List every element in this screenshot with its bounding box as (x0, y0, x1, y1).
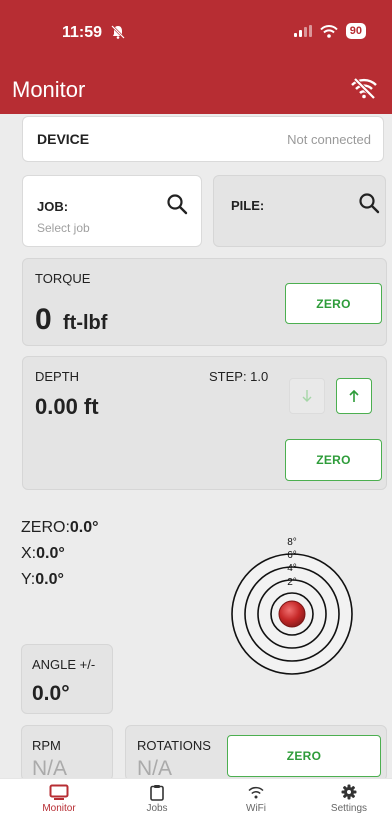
status-bar: 11:59 90 (0, 0, 392, 56)
job-selector[interactable]: JOB: Select job (22, 175, 202, 247)
zero-angle-label: ZERO: (21, 519, 70, 536)
pile-label: PILE: (231, 198, 265, 213)
tab-settings[interactable]: Settings (314, 783, 384, 814)
torque-label: TORQUE (35, 271, 91, 286)
x-angle-label: X: (21, 545, 37, 562)
monitor-icon (49, 784, 69, 800)
depth-label: DEPTH (35, 369, 80, 384)
device-card[interactable]: DEVICE Not connected (22, 116, 384, 162)
tilt-readout: ZERO:0.0° X:0.0° Y:0.0° (21, 515, 99, 593)
y-angle-value: 0.0° (35, 571, 64, 588)
clipboard-icon (150, 784, 164, 801)
battery-indicator: 90 (345, 23, 366, 39)
device-status: Not connected (287, 132, 371, 147)
rotations-card: ROTATIONS N/A ZERO (125, 725, 387, 781)
tab-monitor[interactable]: Monitor (24, 783, 94, 814)
depth-card: DEPTH STEP: 1.0 0.00 ft ZERO (22, 356, 387, 490)
depth-zero-button[interactable]: ZERO (285, 439, 382, 481)
rpm-label: RPM (32, 738, 61, 753)
torque-value: 0 (35, 303, 52, 336)
bell-muted-icon (111, 25, 125, 39)
tab-label: Settings (330, 803, 368, 814)
device-label: DEVICE (37, 131, 90, 147)
angle-label: ANGLE +/- (32, 657, 96, 672)
pile-selector[interactable]: PILE: (213, 175, 386, 247)
rotations-label: ROTATIONS (137, 738, 211, 753)
tab-jobs[interactable]: Jobs (122, 783, 192, 814)
wifi-icon (248, 786, 264, 798)
tab-wifi[interactable]: WiFi (221, 783, 291, 814)
tilt-bullseye: 8° 6° 4° 2° (231, 537, 353, 675)
depth-step-down-button[interactable] (289, 378, 325, 414)
rotations-zero-button[interactable]: ZERO (227, 735, 381, 777)
y-angle-label: Y: (21, 571, 36, 588)
wifi-status-icon (320, 24, 338, 38)
search-icon[interactable] (166, 193, 188, 215)
tab-label: WiFi (246, 803, 266, 814)
level-bubble (278, 600, 306, 628)
ring-label-2: 2° (287, 577, 297, 588)
angle-value: 0.0° (32, 682, 70, 705)
arrow-up-icon (349, 389, 359, 402)
job-placeholder: Select job (37, 221, 90, 235)
status-time: 11:59 (62, 24, 103, 41)
arrow-down-icon (302, 390, 312, 402)
job-label: JOB: (37, 199, 69, 214)
ring-label-8: 8° (287, 537, 297, 548)
page-title: Monitor (12, 77, 86, 102)
torque-zero-button[interactable]: ZERO (285, 283, 382, 324)
gear-icon (341, 784, 357, 800)
tab-label: Monitor (42, 803, 76, 814)
rpm-card: RPM N/A (21, 725, 113, 781)
tab-bar: Monitor Jobs WiFi Settings (0, 778, 392, 820)
torque-unit: ft-lbf (63, 312, 108, 334)
cellular-signal-icon (293, 25, 312, 37)
angle-card: ANGLE +/- 0.0° (21, 644, 113, 714)
tab-label: Jobs (146, 803, 168, 814)
x-angle-value: 0.0° (36, 545, 65, 562)
depth-step-up-button[interactable] (336, 378, 372, 414)
torque-card: TORQUE 0 ft-lbf ZERO (22, 258, 387, 346)
depth-value: 0.00 ft (35, 394, 99, 419)
wifi-off-icon[interactable] (350, 76, 378, 100)
ring-label-4: 4° (287, 563, 297, 574)
search-icon[interactable] (358, 192, 380, 214)
depth-step: STEP: 1.0 (209, 369, 269, 384)
zero-angle-value: 0.0° (69, 519, 99, 536)
ring-label-6: 6° (287, 550, 297, 561)
app-bar: Monitor (0, 56, 392, 114)
